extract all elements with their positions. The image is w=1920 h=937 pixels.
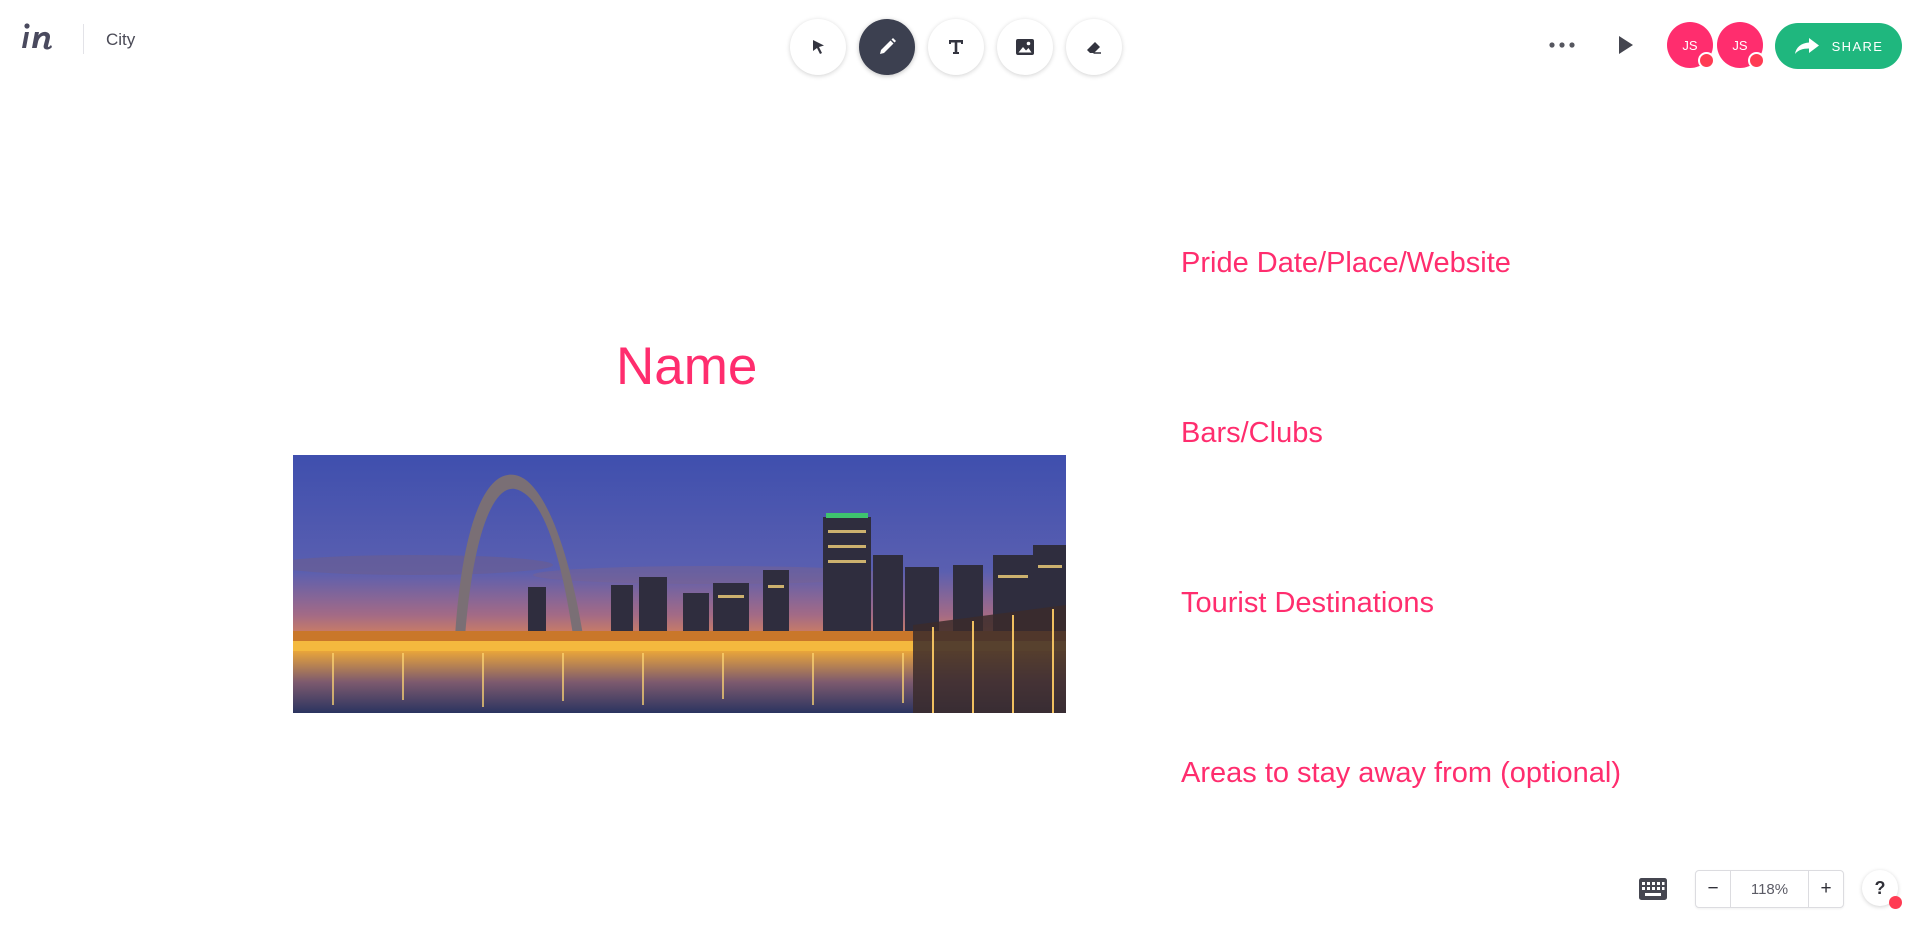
- image-tool-button[interactable]: [997, 19, 1053, 75]
- city-skyline-image[interactable]: [293, 455, 1066, 713]
- zoom-in-button[interactable]: +: [1809, 871, 1843, 907]
- text-tool-button[interactable]: [928, 19, 984, 75]
- eraser-tool-button[interactable]: [1066, 19, 1122, 75]
- share-button[interactable]: SHARE: [1775, 23, 1902, 69]
- canvas-label-areas[interactable]: Areas to stay away from (optional): [1181, 757, 1621, 790]
- text-t-icon: [949, 40, 963, 54]
- zoom-level-display[interactable]: 118%: [1730, 871, 1809, 907]
- online-status-dot: [1698, 52, 1715, 69]
- canvas-label-pride[interactable]: Pride Date/Place/Website: [1181, 247, 1511, 280]
- canvas-name-heading[interactable]: Name: [616, 336, 757, 397]
- header-divider: [83, 24, 84, 54]
- cursor-arrow-icon: [813, 40, 824, 54]
- invision-logo-icon[interactable]: [22, 22, 56, 52]
- more-dots-icon: [1549, 42, 1575, 48]
- canvas-label-tourist[interactable]: Tourist Destinations: [1181, 587, 1434, 620]
- canvas-label-bars[interactable]: Bars/Clubs: [1181, 417, 1323, 450]
- keyboard-shortcuts-button[interactable]: [1639, 878, 1667, 900]
- drawing-toolbar: [790, 19, 1122, 75]
- pencil-icon: [880, 38, 896, 54]
- draw-tool-button[interactable]: [859, 19, 915, 75]
- zoom-out-button[interactable]: −: [1696, 871, 1730, 907]
- avatar[interactable]: JS: [1717, 22, 1765, 69]
- online-status-dot: [1748, 52, 1765, 69]
- document-title[interactable]: City: [106, 30, 135, 50]
- share-label: SHARE: [1831, 38, 1884, 54]
- image-icon: [1016, 39, 1034, 55]
- share-arrow-icon: [1794, 38, 1819, 54]
- notification-dot: [1889, 896, 1902, 909]
- avatar[interactable]: JS: [1667, 22, 1715, 69]
- keyboard-icon: [1639, 878, 1667, 900]
- play-icon: [1619, 36, 1633, 54]
- eraser-icon: [1087, 42, 1101, 54]
- preview-play-button[interactable]: [1612, 31, 1640, 59]
- avatar-initials: JS: [1682, 37, 1698, 53]
- zoom-controls: − 118% +: [1695, 870, 1844, 908]
- more-options-button[interactable]: [1547, 31, 1577, 59]
- avatar-initials: JS: [1732, 37, 1748, 53]
- select-tool-button[interactable]: [790, 19, 846, 75]
